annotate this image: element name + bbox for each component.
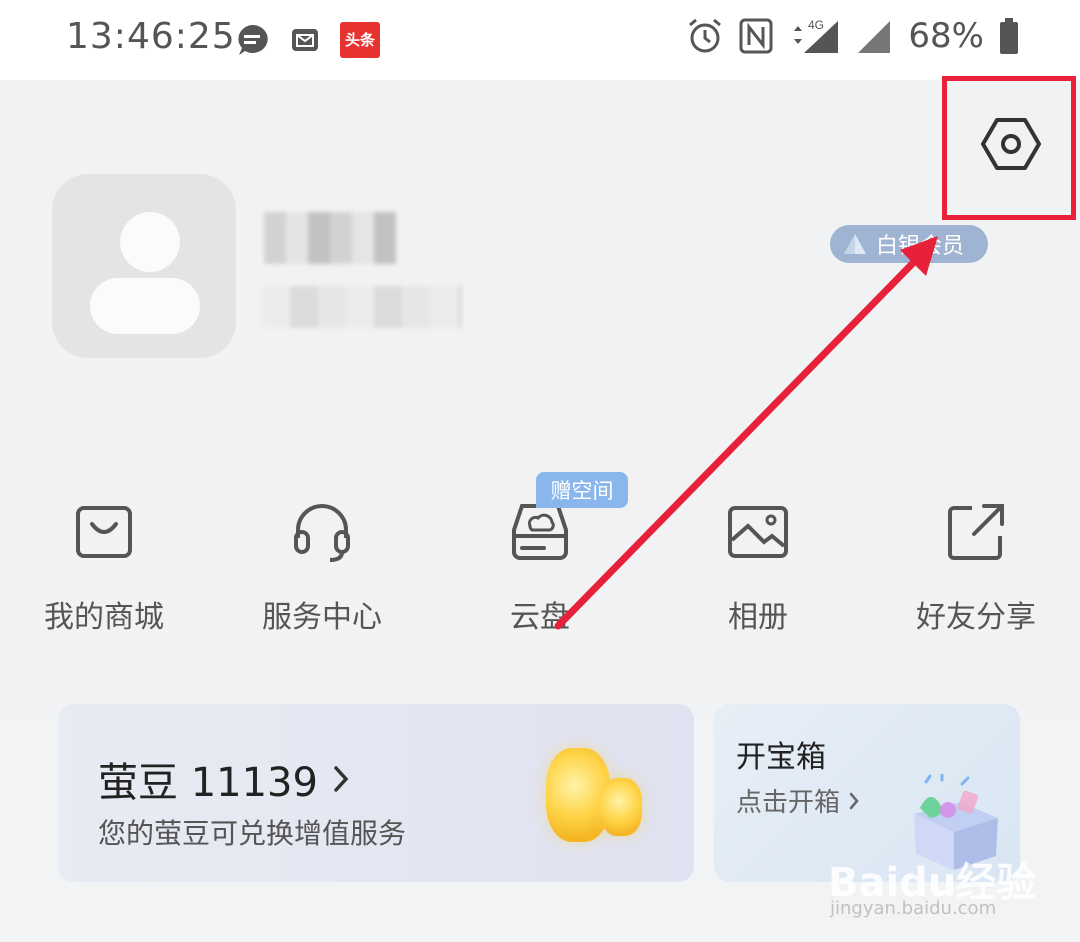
chat-bubble-icon bbox=[238, 24, 268, 55]
beans-card[interactable]: 萤豆 11139 您的萤豆可兑换增值服务 bbox=[58, 704, 694, 882]
account-id-blurred bbox=[262, 286, 462, 328]
alarm-icon bbox=[689, 18, 722, 53]
beans-title: 萤豆 11139 bbox=[98, 760, 318, 806]
quick-action-share[interactable]: 好友分享 bbox=[896, 500, 1056, 636]
cloud-promo-tag: 赠空间 bbox=[536, 472, 628, 508]
triangle-gem-icon bbox=[844, 234, 866, 254]
beans-title-row: 萤豆 11139 bbox=[98, 750, 350, 808]
quick-action-label: 好友分享 bbox=[916, 600, 1036, 635]
quick-action-service[interactable]: 服务中心 bbox=[242, 500, 402, 636]
nfc-icon bbox=[739, 18, 773, 54]
chevron-right-icon bbox=[334, 766, 349, 792]
chest-subtitle: 点击开箱 bbox=[736, 788, 841, 818]
headset-icon bbox=[294, 504, 350, 562]
bean-graphic-small bbox=[600, 778, 642, 836]
notification-icons: 头条 bbox=[234, 22, 380, 58]
quick-action-mall[interactable]: 我的商城 bbox=[24, 500, 184, 636]
quick-action-label: 相册 bbox=[728, 600, 788, 635]
avatar-body-shape bbox=[90, 278, 200, 334]
quick-action-cloud[interactable]: 云盘 bbox=[460, 500, 620, 636]
system-status-icons: 4G 68% bbox=[686, 16, 1020, 56]
highlight-annotation-box bbox=[942, 76, 1076, 220]
beans-subtitle: 您的萤豆可兑换增值服务 bbox=[98, 817, 407, 850]
chest-subtitle-row: 点击开箱 bbox=[736, 782, 860, 819]
signal-icon bbox=[858, 21, 891, 53]
battery-icon bbox=[1000, 18, 1018, 54]
avatar-head-shape bbox=[120, 212, 180, 272]
quick-action-label: 云盘 bbox=[510, 600, 570, 635]
share-icon bbox=[948, 504, 1004, 560]
toutiao-app-icon: 头条 bbox=[340, 22, 380, 58]
status-bar: 13:46:25 头条 4G 68% bbox=[0, 0, 1080, 80]
svg-text:4G: 4G bbox=[808, 18, 824, 32]
mail-icon bbox=[292, 29, 318, 51]
status-time: 13:46:25 bbox=[66, 16, 236, 57]
mobile-signal-4g-icon: 4G bbox=[794, 18, 839, 53]
quick-action-label: 服务中心 bbox=[262, 600, 382, 635]
photo-album-icon bbox=[728, 506, 788, 558]
chevron-right-icon bbox=[850, 792, 859, 810]
member-level-badge[interactable]: 白银会员 bbox=[830, 225, 988, 263]
member-badge-label: 白银会员 bbox=[876, 234, 965, 259]
quick-action-album[interactable]: 相册 bbox=[678, 500, 838, 636]
username-blurred[interactable] bbox=[264, 212, 396, 264]
chest-title: 开宝箱 bbox=[736, 740, 826, 775]
baidu-watermark-url: jingyan.baidu.com bbox=[830, 898, 997, 919]
shopping-bag-icon bbox=[76, 506, 132, 558]
quick-action-label: 我的商城 bbox=[44, 600, 164, 635]
avatar[interactable] bbox=[52, 174, 236, 358]
cloud-drive-icon bbox=[512, 504, 568, 560]
battery-percentage: 68% bbox=[908, 16, 984, 56]
